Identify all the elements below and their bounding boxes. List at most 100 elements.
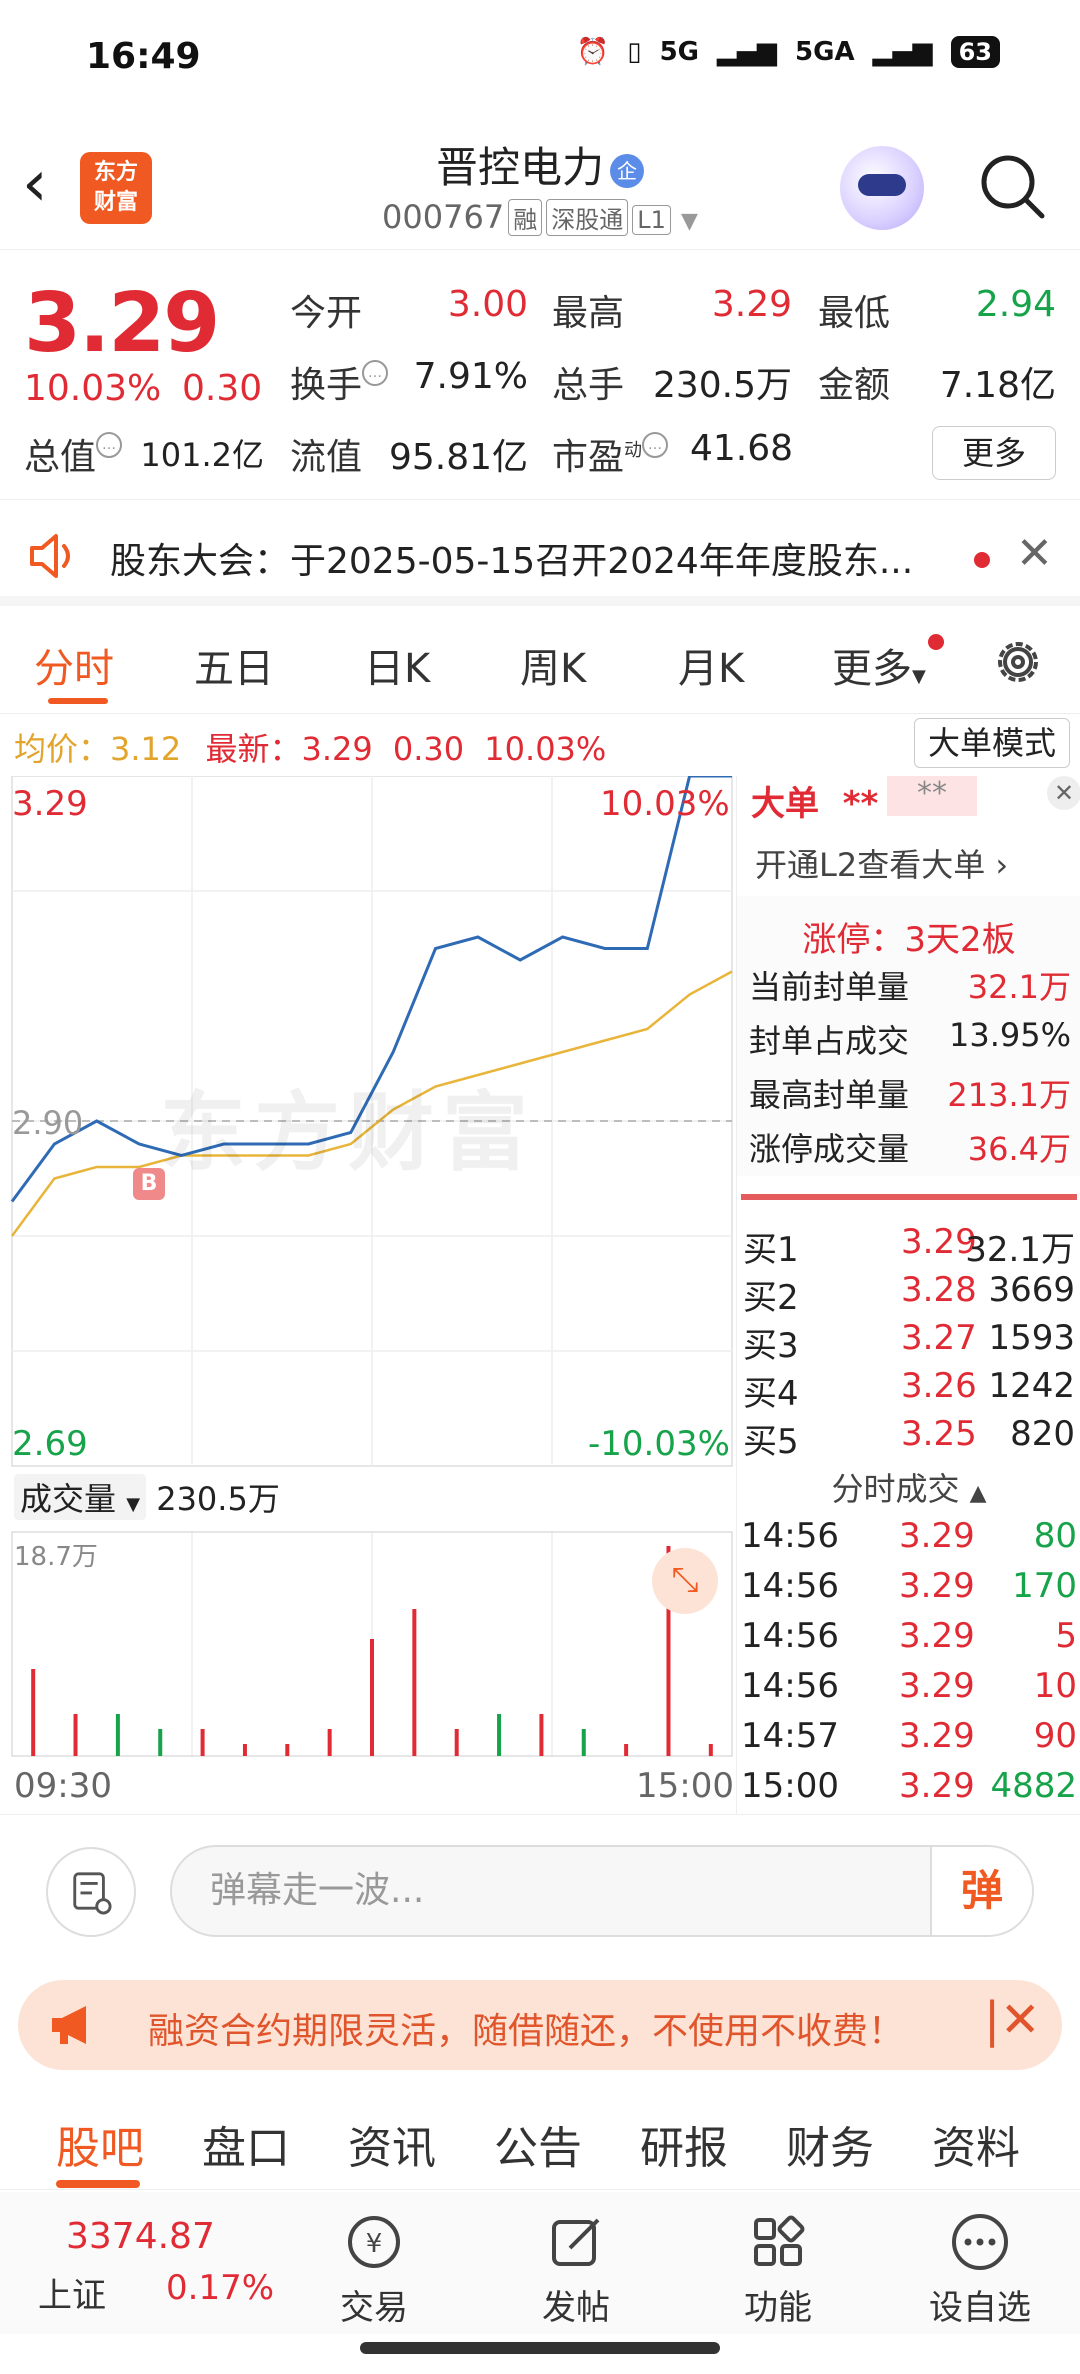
tab-weekly-k[interactable]: 周K (520, 636, 586, 694)
volume-bar (454, 1729, 459, 1756)
nav-trade[interactable]: ¥ 交易 (304, 2210, 444, 2329)
expand-icon[interactable]: ⤡ (652, 1548, 718, 1614)
volume-bar (285, 1744, 290, 1756)
tab-more[interactable]: 更多▼ (832, 636, 926, 694)
tab-research[interactable]: 研报 (640, 2112, 728, 2176)
volume-bar (497, 1714, 502, 1756)
pe-label-text: 市盈 (552, 437, 625, 478)
close-icon[interactable]: ✕ (1047, 776, 1080, 810)
tab-profile[interactable]: 资料 (932, 2112, 1020, 2176)
trade-volume: 5 (1055, 1616, 1077, 1656)
bid-price: 3.25 (901, 1414, 977, 1454)
search-icon[interactable] (976, 150, 1048, 222)
speaker-icon (30, 534, 70, 578)
volume-bar (624, 1744, 629, 1756)
battery-icon: 63 (950, 36, 1000, 68)
volume-bar (581, 1729, 586, 1756)
trade-row: 14:56 3.29 170 (741, 1566, 1077, 1616)
seal-row: 最高封单量 213.1万 (749, 1070, 1071, 1116)
tab-daily-k[interactable]: 日K (364, 636, 430, 694)
gear-icon[interactable] (990, 634, 1046, 690)
l2-upgrade-link[interactable]: 开通L2查看大单 › (755, 840, 1008, 886)
pct-axis-low: -10.03% (588, 1424, 730, 1464)
enterprise-badge: 企 (610, 153, 644, 188)
watermark: 东方财富 (160, 1083, 536, 1183)
pe-value: 41.68 (690, 428, 794, 469)
bid-row[interactable]: 买2 3.28 3669 (743, 1270, 1075, 1318)
bid-row[interactable]: 买1 3.29 32.1万 (743, 1222, 1075, 1270)
float-label: 流值 (290, 437, 363, 478)
nav-functions[interactable]: 功能 (708, 2210, 848, 2329)
pct-axis-high: 10.03% (600, 784, 730, 824)
bid-price: 3.26 (901, 1366, 977, 1406)
turnover-label[interactable]: 换手… (290, 356, 389, 408)
assistant-avatar[interactable] (840, 146, 924, 230)
danmaku-send-button[interactable]: 弹 (930, 1847, 1032, 1935)
bid-volume: 32.1万 (965, 1230, 1075, 1270)
tab-announcements[interactable]: 公告 (494, 2112, 582, 2176)
tab-five-day[interactable]: 五日 (194, 636, 274, 694)
danmaku-settings-icon[interactable] (46, 1847, 136, 1937)
megaphone-icon (52, 2006, 86, 2044)
close-icon[interactable]: |✕ (984, 1992, 1040, 2048)
pe-label[interactable]: 市盈动… (552, 428, 669, 480)
seal-label: 封单占成交 (749, 1022, 910, 1060)
trade-price: 3.29 (899, 1566, 975, 1606)
seal-row: 当前封单量 32.1万 (749, 962, 1071, 1008)
current-price: 3.29 (24, 276, 220, 371)
mktcap-label[interactable]: 总值… (24, 428, 123, 480)
bid-label: 买1 (743, 1230, 799, 1270)
volume-select-label: 成交量 (20, 1480, 117, 1518)
latest-pct: 10.03% (484, 730, 607, 768)
volume-bar (115, 1714, 120, 1756)
unread-dot (974, 552, 990, 568)
seal-label: 当前封单量 (749, 968, 910, 1006)
tab-orderbook[interactable]: 盘口 (202, 2112, 290, 2176)
close-icon[interactable]: ✕ (1016, 528, 1053, 579)
tab-finance[interactable]: 财务 (786, 2112, 874, 2176)
danmaku-input[interactable]: 弹幕走一波... (170, 1845, 1034, 1937)
nav-add-watchlist-label: 设自选 (929, 2288, 1031, 2328)
bid-label: 买3 (743, 1326, 799, 1366)
trade-time: 14:57 (741, 1716, 839, 1756)
bid-row[interactable]: 买3 3.27 1593 (743, 1318, 1075, 1366)
seal-value: 36.4万 (967, 1130, 1071, 1168)
trade-time: 14:56 (741, 1666, 839, 1706)
trade-time: 14:56 (741, 1516, 839, 1556)
nav-post[interactable]: 发帖 (506, 2210, 646, 2329)
tag-connect: 深股通 (546, 199, 629, 236)
alarm-icon: ⏰ (576, 37, 610, 67)
tab-forum[interactable]: 股吧 (56, 2112, 144, 2176)
tab-news[interactable]: 资讯 (348, 2112, 436, 2176)
volume-axis-max: 18.7万 (14, 1542, 98, 1572)
promo-banner[interactable]: 融资合约期限灵活，随借随还，不使用不收费！ |✕ (18, 1980, 1062, 2070)
home-indicator (360, 2342, 720, 2354)
big-order-mode-button[interactable]: 大单模式 (914, 718, 1070, 768)
big-order-title: 大单 ** (751, 776, 878, 825)
index-pct: 0.17% (166, 2268, 275, 2308)
big-order-label: 大单 (751, 784, 819, 824)
tab-monthly-k[interactable]: 月K (678, 636, 744, 694)
volume-indicator-select[interactable]: 成交量 ▼ (14, 1474, 147, 1520)
seal-value: 213.1万 (947, 1076, 1071, 1114)
bid-label: 买4 (743, 1374, 799, 1414)
bid-row[interactable]: 买4 3.26 1242 (743, 1366, 1075, 1414)
chevron-up-icon: ▲ (969, 1481, 987, 1506)
trade-row: 14:56 3.29 80 (741, 1516, 1077, 1566)
bid-row[interactable]: 买5 3.25 820 (743, 1414, 1075, 1462)
more-button[interactable]: 更多 (932, 426, 1056, 480)
float-value: 95.81亿 (388, 437, 528, 478)
trades-title-text: 分时成交 (831, 1470, 960, 1508)
chart-tabs: 分时 五日 日K 周K 月K 更多▼ (0, 614, 1080, 714)
amount-value: 7.18亿 (939, 365, 1056, 406)
trades-title[interactable]: 分时成交 ▲ (737, 1464, 1080, 1510)
tab-intraday[interactable]: 分时 (34, 636, 114, 694)
buy-marker[interactable]: B (133, 1168, 165, 1200)
nav-add-watchlist[interactable]: 设自选 (910, 2210, 1050, 2329)
stock-code: 000767 (382, 198, 505, 236)
seal-row: 涨停成交量 36.4万 (749, 1124, 1071, 1170)
status-bar: 16:49 ⏰ ▯ 5G ▂▄▆ 5GA ▂▄▆ 63 (0, 0, 1080, 120)
notice-bar[interactable]: 股东大会：于2025-05-15召开2024年年度股东... ✕ (0, 510, 1080, 606)
intraday-chart[interactable] (0, 776, 736, 1814)
signal-5g: 5G (659, 37, 700, 67)
